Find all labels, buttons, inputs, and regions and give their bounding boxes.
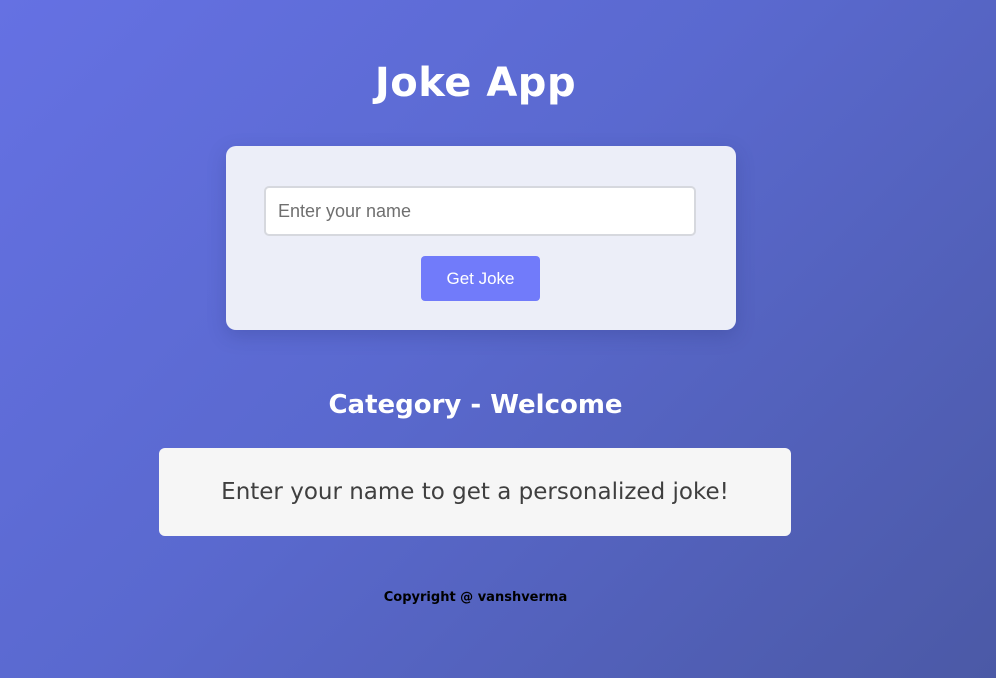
joke-display-box: Enter your name to get a personalized jo… bbox=[159, 448, 791, 536]
category-heading: Category - Welcome bbox=[328, 390, 623, 420]
copyright-footer: Copyright @ vanshverma bbox=[383, 590, 568, 605]
get-joke-button[interactable]: Get Joke bbox=[421, 256, 540, 301]
page-title: Joke App bbox=[374, 60, 577, 106]
joke-form-card: Get Joke bbox=[226, 146, 736, 330]
name-input[interactable] bbox=[264, 186, 696, 236]
joke-text: Enter your name to get a personalized jo… bbox=[221, 479, 729, 505]
